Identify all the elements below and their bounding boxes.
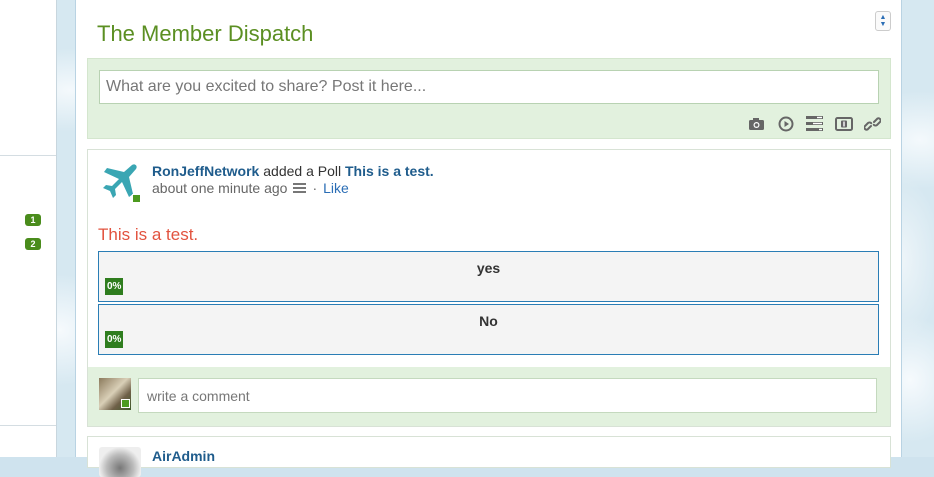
meta-separator: · [312,180,318,196]
online-status-indicator [121,399,130,408]
comment-area [88,367,890,426]
chevron-down-icon: ▼ [879,21,887,28]
camera-icon[interactable] [747,115,766,132]
post-header: RonJeffNetwork added a Poll This is a te… [152,162,434,180]
author-avatar[interactable] [99,447,141,477]
count-badge[interactable]: 2 [25,238,41,250]
feed-post: AirAdmin [87,436,891,477]
comment-input[interactable] [138,378,877,413]
feed-post: RonJeffNetwork added a Poll This is a te… [87,149,891,427]
post-action-text: added a Poll [263,163,342,179]
poll-list-icon[interactable] [805,115,824,132]
commenter-avatar [99,378,131,410]
sidebar-divider [0,425,56,426]
post-meta: about one minute ago · Like [152,180,349,196]
airplane-avatar[interactable] [99,160,141,203]
currency-icon[interactable] [834,115,853,132]
share-post-input[interactable] [99,70,879,104]
like-link[interactable]: Like [323,180,349,196]
online-status-indicator [132,194,141,203]
share-box [87,58,891,139]
poll-type-icon [293,180,307,196]
sidebar-divider [0,155,56,156]
post-timestamp: about one minute ago [152,180,288,196]
left-sidebar: 1 2 [0,0,57,457]
poll-option[interactable]: No 0% [98,304,879,355]
count-badge[interactable]: 1 [25,214,41,226]
poll-option-label: yes [476,260,501,276]
poll-option-percent: 0% [105,278,124,295]
chevron-up-icon: ▲ [879,14,887,21]
share-toolbar [747,115,882,132]
author-link[interactable]: AirAdmin [152,448,215,464]
poll-option-percent: 0% [105,331,124,348]
author-link[interactable]: RonJeffNetwork [152,163,259,179]
member-dispatch-panel: The Member Dispatch ▲ ▼ What are you exc… [75,0,902,477]
sort-toggle-button[interactable]: ▲ ▼ [875,11,891,31]
poll-question: This is a test. [98,225,199,244]
video-play-icon[interactable] [776,115,795,132]
page-title: The Member Dispatch [97,21,314,46]
poll-option[interactable]: yes 0% [98,251,879,302]
post-subject-link[interactable]: This is a test. [345,163,434,179]
link-icon[interactable] [863,115,882,132]
poll-option-label: No [479,313,498,329]
